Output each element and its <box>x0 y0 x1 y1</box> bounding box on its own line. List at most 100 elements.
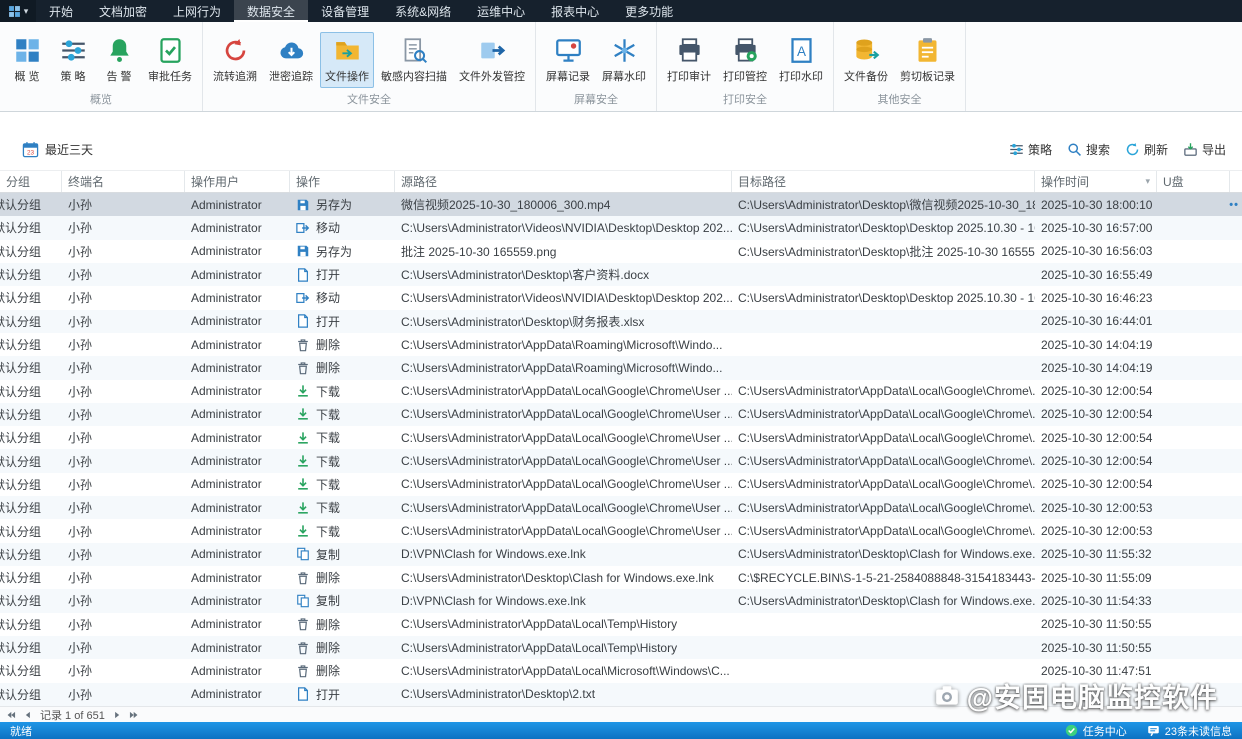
pager-next-button[interactable] <box>112 710 122 720</box>
toolbar-action-0[interactable]: 策略 <box>1009 141 1052 158</box>
ribbon-item-1-4[interactable]: 文件外发管控 <box>454 32 530 88</box>
cell-source-path: C:\Users\Administrator\AppData\Local\Goo… <box>395 426 732 449</box>
toolbar-action-3[interactable]: 导出 <box>1183 141 1226 158</box>
menu-tab-8[interactable]: 更多功能 <box>612 0 686 22</box>
pager-last-button[interactable] <box>129 710 139 720</box>
trace-recycle-icon <box>222 37 249 64</box>
menu-tab-4[interactable]: 设备管理 <box>308 0 382 22</box>
cell-group: 默认分组 <box>0 449 62 472</box>
cell-target-path: C:\Users\Administrator\Desktop\微信视频2025-… <box>732 193 1035 216</box>
column-filter-icon[interactable]: ▾ <box>1145 176 1150 187</box>
column-header-6[interactable]: 操作时间 ▾ <box>1035 171 1157 192</box>
table-row-3[interactable]: 默认分组小孙Administrator打开C:\Users\Administra… <box>0 263 1242 286</box>
ribbon-item-4-1[interactable]: 剪切板记录 <box>895 32 960 88</box>
menu-tab-0[interactable]: 开始 <box>36 0 86 22</box>
ribbon-item-3-1[interactable]: 打印管控 <box>718 32 772 88</box>
table-row-0[interactable]: 默认分组小孙Administrator另存为微信视频2025-10-30_180… <box>0 193 1242 216</box>
op-delete-icon <box>296 641 310 655</box>
operation-label: 删除 <box>316 569 340 586</box>
column-header-2[interactable]: 操作用户 <box>185 171 290 192</box>
cell-terminal: 小孙 <box>62 449 185 472</box>
table-row-7[interactable]: 默认分组小孙Administrator删除C:\Users\Administra… <box>0 356 1242 379</box>
menu-tab-6[interactable]: 运维中心 <box>464 0 538 22</box>
status-item-0[interactable]: 任务中心 <box>1065 723 1127 739</box>
table-row-13[interactable]: 默认分组小孙Administrator下载C:\Users\Administra… <box>0 496 1242 519</box>
date-range-button[interactable]: 23 最近三天 <box>22 141 93 158</box>
operation-label: 下载 <box>316 499 340 516</box>
table-row-1[interactable]: 默认分组小孙Administrator移动C:\Users\Administra… <box>0 216 1242 239</box>
ribbon-item-3-0[interactable]: 打印审计 <box>662 32 716 88</box>
cell-source-path: C:\Users\Administrator\AppData\Roaming\M… <box>395 333 732 356</box>
cell-time: 2025-10-30 14:04:19 <box>1035 356 1157 379</box>
ribbon-item-0-1[interactable]: 策 略 <box>51 32 95 88</box>
pager-first-button[interactable] <box>6 710 16 720</box>
table-row-8[interactable]: 默认分组小孙Administrator下载C:\Users\Administra… <box>0 380 1242 403</box>
cell-source-path: C:\Users\Administrator\AppData\Local\Mic… <box>395 659 732 682</box>
table-row-10[interactable]: 默认分组小孙Administrator下载C:\Users\Administra… <box>0 426 1242 449</box>
status-item-1[interactable]: 23条未读信息 <box>1147 723 1232 739</box>
group-value: 默认分组 <box>0 662 41 679</box>
cell-usb <box>1157 426 1230 449</box>
table-row-4[interactable]: 默认分组小孙Administrator移动C:\Users\Administra… <box>0 286 1242 309</box>
cell-source-path: C:\Users\Administrator\Videos\NVIDIA\Des… <box>395 286 732 309</box>
column-header-3[interactable]: 操作 <box>290 171 395 192</box>
ribbon-item-2-1[interactable]: 屏幕水印 <box>597 32 651 88</box>
column-header-4[interactable]: 源路径 <box>395 171 732 192</box>
table-row-14[interactable]: 默认分组小孙Administrator下载C:\Users\Administra… <box>0 519 1242 542</box>
column-header-5[interactable]: 目标路径 <box>732 171 1035 192</box>
operation-label: 另存为 <box>316 243 352 260</box>
operation-label: 打开 <box>316 266 340 283</box>
table-row-12[interactable]: 默认分组小孙Administrator下载C:\Users\Administra… <box>0 473 1242 496</box>
pager-prev-button[interactable] <box>23 710 33 720</box>
group-value: 默认分组 <box>0 453 41 470</box>
toolbar-action-1[interactable]: 搜索 <box>1067 141 1110 158</box>
cell-operation: 打开 <box>290 263 395 286</box>
ribbon-item-0-0[interactable]: 概 览 <box>5 32 49 88</box>
cell-source-path: C:\Users\Administrator\AppData\Local\Tem… <box>395 613 732 636</box>
cell-time: 2025-10-30 12:00:54 <box>1035 426 1157 449</box>
table-row-18[interactable]: 默认分组小孙Administrator删除C:\Users\Administra… <box>0 613 1242 636</box>
cell-source-path: C:\Users\Administrator\Desktop\2.txt <box>395 683 732 706</box>
ribbon-item-0-3[interactable]: 审批任务 <box>143 32 197 88</box>
ribbon-item-1-3[interactable]: 敏感内容扫描 <box>376 32 452 88</box>
menu-tab-7[interactable]: 报表中心 <box>538 0 612 22</box>
menu-tab-5[interactable]: 系统&网络 <box>382 0 464 22</box>
cell-target-path: C:\Users\Administrator\AppData\Local\Goo… <box>732 380 1035 403</box>
toolbar-action-2[interactable]: 刷新 <box>1125 141 1168 158</box>
table-row-17[interactable]: 默认分组小孙Administrator复制D:\VPN\Clash for Wi… <box>0 589 1242 612</box>
ribbon-item-1-1[interactable]: 泄密追踪 <box>264 32 318 88</box>
table-row-19[interactable]: 默认分组小孙Administrator删除C:\Users\Administra… <box>0 636 1242 659</box>
menu-tab-2[interactable]: 上网行为 <box>160 0 234 22</box>
op-download-icon <box>296 454 310 468</box>
table-row-5[interactable]: 默认分组小孙Administrator打开C:\Users\Administra… <box>0 310 1242 333</box>
table-row-9[interactable]: 默认分组小孙Administrator下载C:\Users\Administra… <box>0 403 1242 426</box>
table-row-16[interactable]: 默认分组小孙Administrator删除C:\Users\Administra… <box>0 566 1242 589</box>
ribbon-item-3-2[interactable]: A打印水印 <box>774 32 828 88</box>
column-header-1[interactable]: 终端名 <box>62 171 185 192</box>
column-header-label: 操作时间 <box>1041 173 1089 190</box>
column-header-0[interactable]: 分组 <box>0 171 62 192</box>
cell-usb <box>1157 356 1230 379</box>
group-value: 默认分组 <box>0 686 41 703</box>
group-value: 默认分组 <box>0 383 41 400</box>
cell-terminal: 小孙 <box>62 193 185 216</box>
ribbon-item-2-0[interactable]: 屏幕记录 <box>541 32 595 88</box>
table-row-6[interactable]: 默认分组小孙Administrator删除C:\Users\Administra… <box>0 333 1242 356</box>
menu-tab-3[interactable]: 数据安全 <box>234 0 308 22</box>
ribbon-item-1-0[interactable]: 流转追溯 <box>208 32 262 88</box>
ribbon-group-4: 文件备份剪切板记录其他安全 <box>834 22 966 111</box>
ribbon-item-1-2[interactable]: 文件操作 <box>320 32 374 88</box>
cell-group: 默认分组 <box>0 193 62 216</box>
row-more-button[interactable]: •• <box>1229 193 1239 216</box>
menu-tab-1[interactable]: 文档加密 <box>86 0 160 22</box>
ribbon-item-4-0[interactable]: 文件备份 <box>839 32 893 88</box>
table-row-15[interactable]: 默认分组小孙Administrator复制D:\VPN\Clash for Wi… <box>0 543 1242 566</box>
ribbon-item-label: 文件外发管控 <box>459 68 525 84</box>
column-header-7[interactable]: U盘 <box>1157 171 1230 192</box>
app-menu-button[interactable]: ▾ <box>0 0 36 22</box>
ribbon-item-0-2[interactable]: 告 警 <box>97 32 141 88</box>
sliders-icon <box>1009 142 1024 157</box>
table-row-11[interactable]: 默认分组小孙Administrator下载C:\Users\Administra… <box>0 449 1242 472</box>
table-row-2[interactable]: 默认分组小孙Administrator另存为批注 2025-10-30 1655… <box>0 240 1242 263</box>
cell-source-path: 微信视频2025-10-30_180006_300.mp4 <box>395 193 732 216</box>
